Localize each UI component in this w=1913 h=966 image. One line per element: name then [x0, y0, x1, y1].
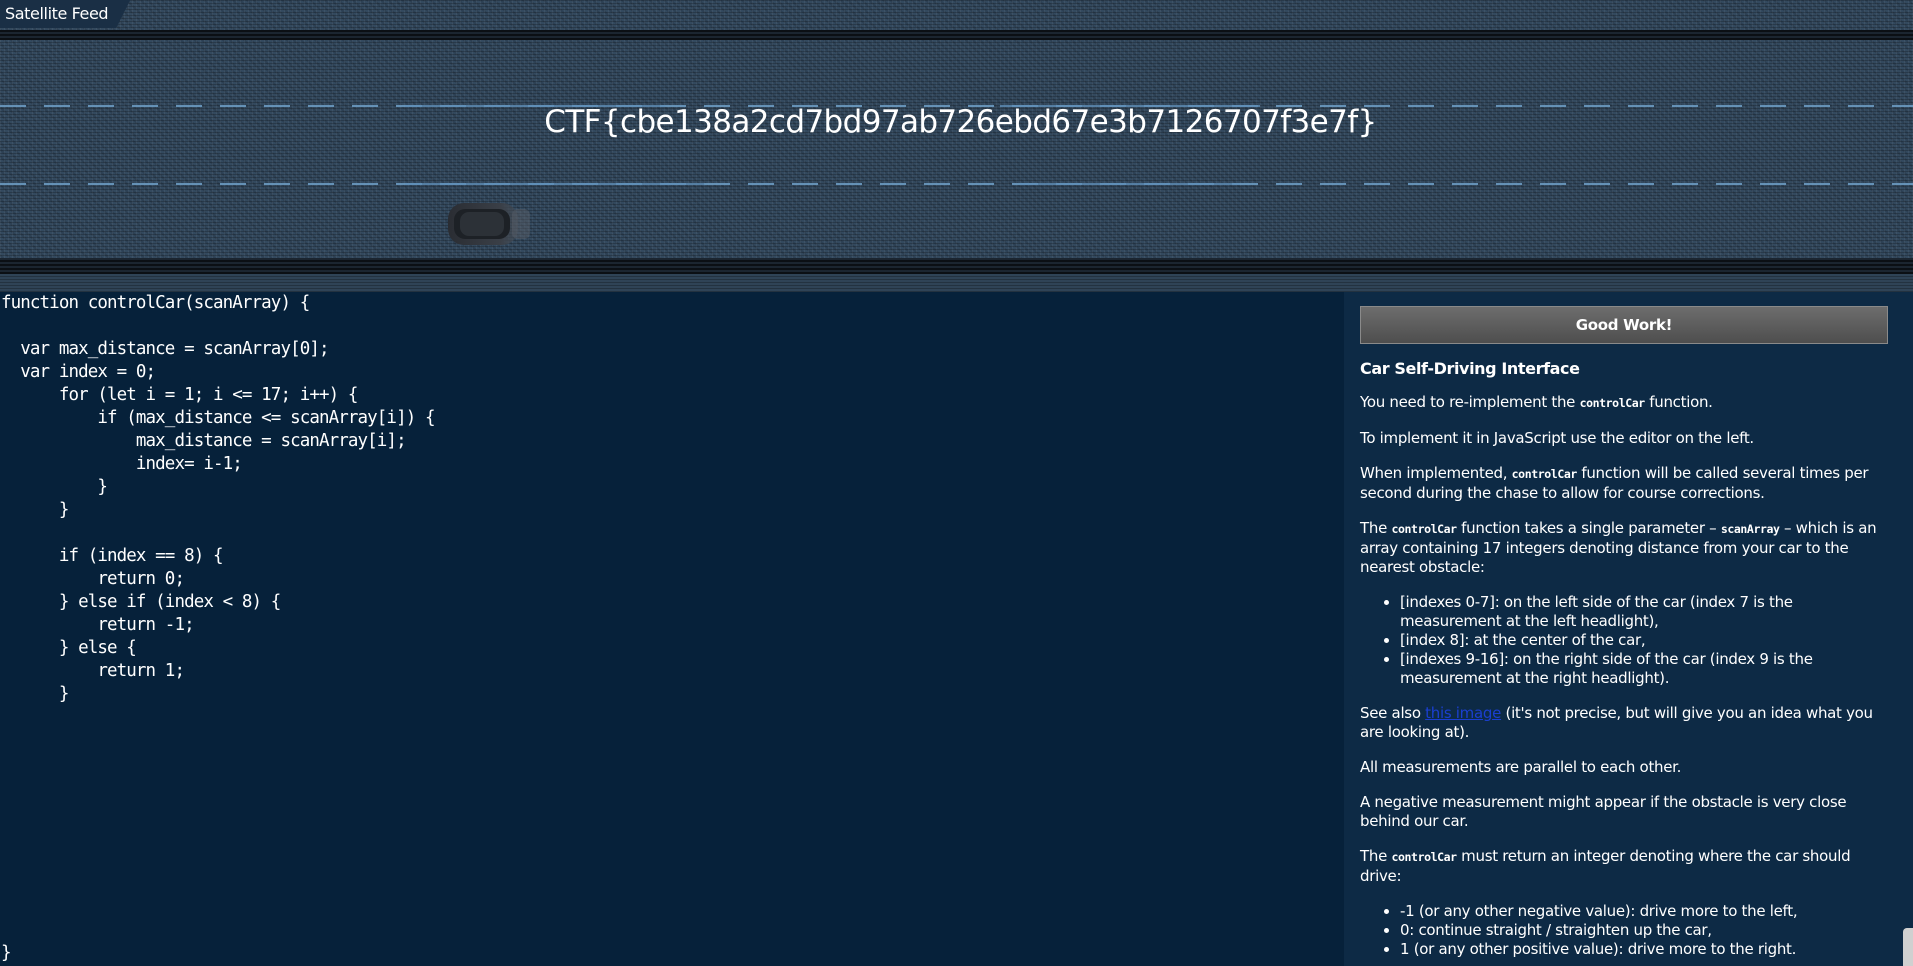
text: The [1360, 847, 1392, 865]
code-line: function controlCar(scanArray) { [1, 293, 310, 313]
flag-text: CTF{cbe138a2cd7bd97ab726ebd67e3b7126707f… [544, 104, 1377, 140]
inline-code-parameter: scanArray [1720, 522, 1780, 536]
road-edge-top [0, 30, 1913, 40]
text: You need to re-implement the [1360, 393, 1580, 411]
satellite-feed: CTF{cbe138a2cd7bd97ab726ebd67e3b7126707f… [0, 0, 1913, 292]
panel-scrollbar-track[interactable] [1902, 292, 1913, 966]
inline-code-function: controlCar [1391, 850, 1457, 864]
list-item: 0: continue straight / straighten up the… [1400, 921, 1890, 940]
feed-title-tab: Satellite Feed [0, 0, 130, 28]
code-closing-brace: } [1, 943, 12, 963]
list-item: [indexes 9-16]: on the right side of the… [1400, 650, 1890, 688]
text: The [1360, 519, 1392, 537]
code-line: if (max_distance <= scanArray[i]) { [1, 408, 435, 428]
code-line: max_distance = scanArray[i]; [1, 431, 407, 451]
code-content[interactable]: function controlCar(scanArray) { var max… [0, 292, 436, 706]
code-line: } [1, 477, 108, 497]
list-item: -1 (or any other negative value): drive … [1400, 902, 1890, 921]
index-list: [indexes 0-7]: on the left side of the c… [1360, 593, 1890, 688]
image-link[interactable]: this image [1425, 704, 1501, 722]
paragraph-return: The controlCar must return an integer de… [1360, 847, 1890, 886]
text: function takes a single parameter – [1456, 519, 1721, 537]
text: See also [1360, 704, 1426, 722]
paragraph-parallel: All measurements are parallel to each ot… [1360, 758, 1682, 776]
code-line: return 1; [1, 661, 185, 681]
lane-marking-solid [1020, 183, 1240, 185]
code-editor[interactable]: function controlCar(scanArray) { var max… [0, 292, 1344, 966]
code-line: } [1, 684, 70, 704]
list-item: [indexes 0-7]: on the left side of the c… [1400, 593, 1890, 631]
code-line: return -1; [1, 615, 194, 635]
code-line: } [1, 500, 70, 520]
paragraph-reimplement: You need to re-implement the controlCar … [1360, 393, 1890, 413]
paragraph-see-also: See also this image (it's not precise, b… [1360, 704, 1890, 742]
instructions-panel: Good Work! Car Self-Driving Interface Yo… [1344, 292, 1902, 966]
text: function. [1644, 393, 1713, 411]
code-line: var max_distance = scanArray[0]; [1, 339, 329, 359]
list-item: 1 (or any other positive value): drive m… [1400, 940, 1890, 959]
text: When implemented, [1360, 464, 1512, 482]
paragraph-editor: To implement it in JavaScript use the ed… [1360, 429, 1754, 447]
paragraph-called: When implemented, controlCar function wi… [1360, 464, 1890, 503]
code-line: } else if (index < 8) { [1, 592, 282, 612]
code-line: var index = 0; [1, 362, 156, 382]
road-edge-bottom [0, 258, 1913, 274]
code-line: for (let i = 1; i <= 17; i++) { [1, 385, 359, 405]
inline-code-function: controlCar [1579, 396, 1646, 410]
panel-scrollbar-thumb[interactable] [1903, 928, 1913, 966]
inline-code-function: controlCar [1511, 467, 1578, 481]
status-button[interactable]: Good Work! [1360, 306, 1888, 344]
lane-marking-solid [405, 183, 705, 185]
car-icon [448, 203, 530, 245]
return-list: -1 (or any other negative value): drive … [1360, 902, 1890, 959]
road-shoulder [0, 274, 1913, 292]
lane-marking-lower [0, 183, 1913, 185]
code-line: } else { [1, 638, 137, 658]
code-line: index= i-1; [1, 454, 243, 474]
code-line: return 0; [1, 569, 185, 589]
inline-code-function: controlCar [1391, 522, 1457, 536]
list-item: [index 8]: at the center of the car, [1400, 631, 1890, 650]
paragraph-negative: A negative measurement might appear if t… [1360, 793, 1847, 830]
paragraph-parameter: The controlCar function takes a single p… [1360, 519, 1890, 577]
code-line: if (index == 8) { [1, 546, 224, 566]
panel-heading: Car Self-Driving Interface [1360, 359, 1580, 378]
